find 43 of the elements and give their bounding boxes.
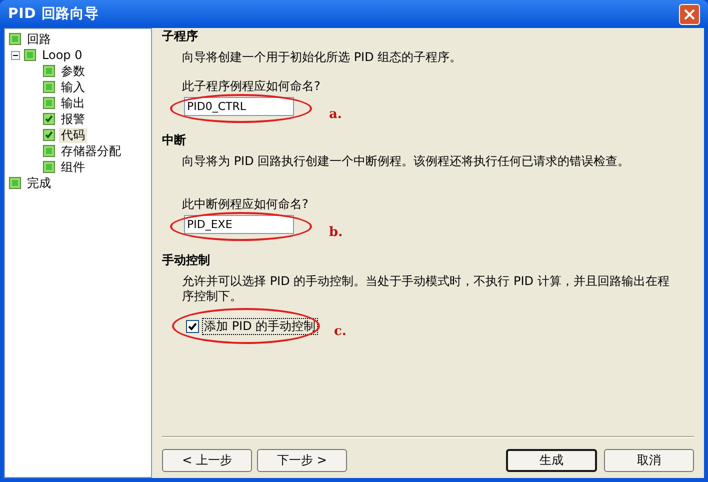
check-icon bbox=[188, 322, 197, 331]
tree-item[interactable]: 输入 bbox=[59, 80, 87, 94]
tree-item[interactable]: 存储器分配 bbox=[59, 144, 123, 158]
annotation-label: c. bbox=[334, 323, 346, 341]
section-description: 向导将创建一个用于初始化所选 PID 组态的子程序。 bbox=[182, 50, 463, 65]
close-button[interactable] bbox=[679, 4, 700, 24]
section-heading: 手动控制 bbox=[162, 252, 211, 268]
tree-item[interactable]: 完成 bbox=[25, 176, 53, 190]
checkbox[interactable] bbox=[43, 113, 55, 125]
wizard-button[interactable]: 生成 bbox=[506, 448, 597, 472]
tree-item[interactable]: 报警 bbox=[59, 112, 87, 126]
tree-item[interactable]: 回路 bbox=[25, 32, 53, 46]
annotation-label: b. bbox=[329, 224, 343, 242]
wizard-button[interactable]: 取消 bbox=[604, 448, 694, 472]
checkbox[interactable] bbox=[43, 145, 55, 157]
window-title: PID 回路向导 bbox=[8, 4, 99, 24]
checkbox[interactable] bbox=[9, 33, 21, 45]
collapse-icon[interactable] bbox=[11, 50, 20, 60]
tree-item[interactable]: 参数 bbox=[59, 64, 87, 78]
input-field[interactable]: PID_EXE bbox=[184, 215, 294, 234]
input-field[interactable]: PID0_CTRL bbox=[184, 97, 294, 116]
close-icon bbox=[684, 8, 695, 20]
section-heading: 子程序 bbox=[162, 28, 199, 44]
field-label: 此中断例程应如何命名? bbox=[182, 197, 310, 212]
tree-item[interactable]: 输出 bbox=[59, 96, 87, 110]
tree-item[interactable]: 代码 bbox=[59, 128, 87, 142]
checkbox[interactable] bbox=[43, 161, 55, 173]
checkbox[interactable] bbox=[186, 320, 199, 333]
tree-item[interactable]: 组件 bbox=[59, 160, 87, 174]
field-label: 此子程序例程应如何命名? bbox=[182, 79, 322, 94]
checkbox[interactable] bbox=[24, 49, 36, 61]
checkbox[interactable] bbox=[43, 65, 55, 77]
checkbox[interactable] bbox=[9, 177, 21, 189]
wizard-button[interactable]: < 上一步 bbox=[162, 448, 252, 472]
annotation-label: a. bbox=[329, 106, 342, 124]
tree-item[interactable]: Loop 0 bbox=[40, 48, 84, 62]
checkbox[interactable] bbox=[43, 81, 55, 93]
section-heading: 中断 bbox=[162, 132, 187, 148]
checkbox[interactable] bbox=[43, 129, 55, 141]
checkbox[interactable] bbox=[43, 97, 55, 109]
section-description: 允许并可以选择 PID 的手动控制。当处于手动模式时，不执行 PID 计算，并且回路输出在程序控制下。 bbox=[182, 274, 670, 304]
wizard-button[interactable]: 下一步 > bbox=[257, 448, 347, 472]
section-description: 向导将为 PID 回路执行创建一个中断例程。该例程还将执行任何已请求的错误检查。 bbox=[182, 154, 631, 169]
